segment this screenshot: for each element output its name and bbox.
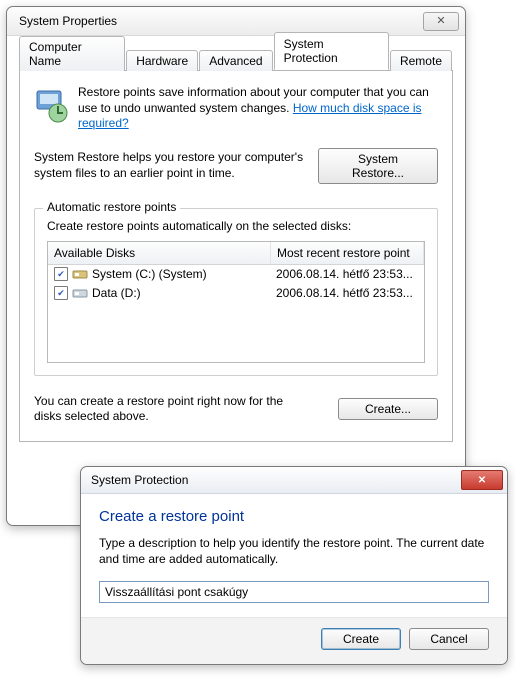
col-available-disks[interactable]: Available Disks [48, 242, 271, 264]
tab-computer-name[interactable]: Computer Name [19, 36, 125, 71]
client-area: Computer Name Hardware Advanced System P… [7, 36, 465, 454]
dialog-create-button[interactable]: Create [321, 628, 401, 650]
listview-body: ✔ System (C:) (System) 2006.08.14. hétfő… [48, 265, 424, 362]
system-protection-dialog: System Protection ✕ Create a restore poi… [80, 466, 508, 665]
intro-row: Restore points save information about yo… [34, 85, 438, 132]
table-row[interactable]: ✔ System (C:) (System) 2006.08.14. hétfő… [48, 265, 424, 284]
tabpage-system-protection: Restore points save information about yo… [19, 71, 453, 442]
checkbox-icon[interactable]: ✔ [54, 267, 68, 281]
system-properties-window: System Properties ✕ Computer Name Hardwa… [6, 6, 466, 526]
dialog-button-row: Create Cancel [81, 617, 507, 664]
dialog-text: Type a description to help you identify … [99, 535, 489, 567]
disks-listview[interactable]: Available Disks Most recent restore poin… [47, 241, 425, 363]
tab-hardware[interactable]: Hardware [126, 50, 198, 71]
restore-shield-icon [34, 85, 68, 125]
close-icon: ✕ [436, 16, 445, 27]
titlebar: System Properties ✕ [7, 7, 465, 36]
col-most-recent[interactable]: Most recent restore point [271, 242, 424, 264]
create-button[interactable]: Create... [338, 398, 438, 420]
disk-name: System (C:) (System) [92, 267, 207, 281]
tab-remote[interactable]: Remote [390, 50, 452, 71]
disk-recent: 2006.08.14. hétfő 23:53... [276, 267, 413, 281]
system-restore-button[interactable]: System Restore... [318, 148, 438, 184]
group-sub: Create restore points automatically on t… [47, 219, 425, 233]
close-button[interactable]: ✕ [423, 12, 459, 31]
system-restore-row: System Restore helps you restore your co… [34, 148, 438, 184]
restore-point-description-input[interactable] [99, 581, 489, 603]
create-row: You can create a restore point right now… [34, 394, 438, 425]
dialog-client: Create a restore point Type a descriptio… [81, 494, 507, 617]
dialog-close-button[interactable]: ✕ [461, 470, 503, 490]
create-text: You can create a restore point right now… [34, 394, 304, 425]
dialog-title: System Protection [91, 473, 188, 487]
tabstrip: Computer Name Hardware Advanced System P… [19, 46, 453, 71]
system-restore-text: System Restore helps you restore your co… [34, 150, 304, 181]
hdd-icon [72, 287, 88, 299]
dialog-cancel-button[interactable]: Cancel [409, 628, 489, 650]
table-row[interactable]: ✔ Data (D:) 2006.08.14. hétfő 23:53... [48, 284, 424, 303]
checkbox-icon[interactable]: ✔ [54, 286, 68, 300]
hdd-system-icon [72, 268, 88, 280]
intro-text: Restore points save information about yo… [78, 85, 438, 132]
group-title: Automatic restore points [43, 200, 180, 214]
automatic-restore-group: Automatic restore points Create restore … [34, 208, 438, 376]
close-icon: ✕ [478, 475, 486, 486]
tab-advanced[interactable]: Advanced [199, 50, 272, 71]
dialog-heading: Create a restore point [99, 508, 489, 525]
window-title: System Properties [19, 14, 117, 28]
tab-system-protection[interactable]: System Protection [274, 32, 389, 70]
listview-header: Available Disks Most recent restore poin… [48, 242, 424, 265]
disk-recent: 2006.08.14. hétfő 23:53... [276, 286, 413, 300]
dialog-titlebar: System Protection ✕ [81, 467, 507, 494]
disk-name: Data (D:) [92, 286, 141, 300]
